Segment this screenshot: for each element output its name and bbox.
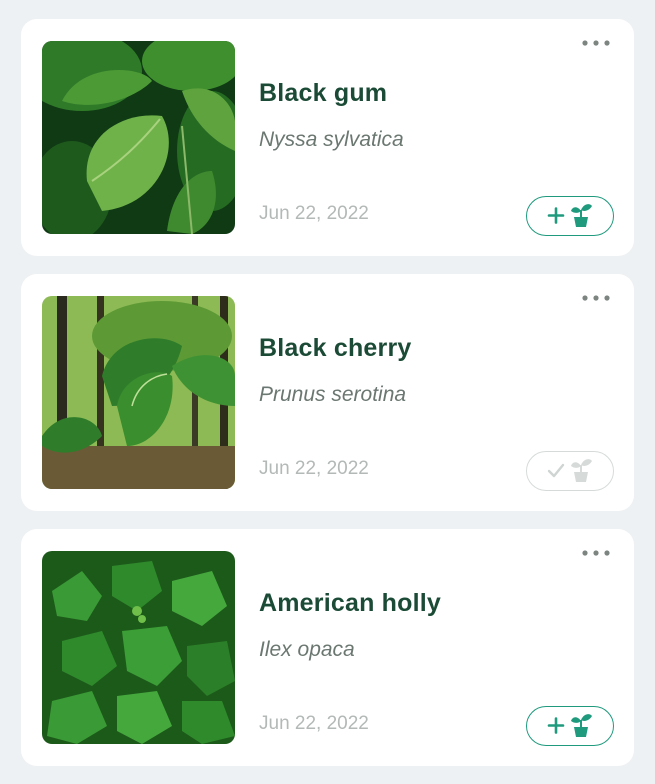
plant-date: Jun 22, 2022 (259, 458, 369, 479)
plant-common-name: American holly (259, 589, 442, 617)
plant-card[interactable]: Black gum Nyssa sylvatica Jun 22, 2022 (21, 19, 634, 256)
more-options-button[interactable] (578, 33, 614, 53)
added-to-garden-button[interactable] (526, 451, 614, 491)
plant-list: Black gum Nyssa sylvatica Jun 22, 2022 B… (21, 19, 634, 784)
plus-plant-icon (547, 714, 592, 737)
add-to-garden-button[interactable] (526, 706, 614, 746)
plant-date: Jun 22, 2022 (259, 203, 369, 224)
plant-date: Jun 22, 2022 (259, 713, 369, 734)
plus-plant-icon (547, 204, 592, 227)
plant-card[interactable]: Black cherry Prunus serotina Jun 22, 202… (21, 274, 634, 511)
more-options-button[interactable] (578, 288, 614, 308)
plant-scientific-name: Nyssa sylvatica (259, 128, 404, 151)
plant-card[interactable]: American holly Ilex opaca Jun 22, 2022 (21, 529, 634, 766)
plant-common-name: Black cherry (259, 334, 412, 362)
add-to-garden-button[interactable] (526, 196, 614, 236)
more-horizontal-icon (582, 40, 610, 46)
more-horizontal-icon (582, 550, 610, 556)
plant-photo[interactable] (42, 41, 235, 234)
check-plant-icon (547, 459, 592, 482)
plant-photo[interactable] (42, 296, 235, 489)
plant-photo[interactable] (42, 551, 235, 744)
plant-scientific-name: Ilex opaca (259, 638, 355, 661)
more-options-button[interactable] (578, 543, 614, 563)
plant-common-name: Black gum (259, 79, 388, 107)
plant-scientific-name: Prunus serotina (259, 383, 407, 406)
more-horizontal-icon (582, 295, 610, 301)
